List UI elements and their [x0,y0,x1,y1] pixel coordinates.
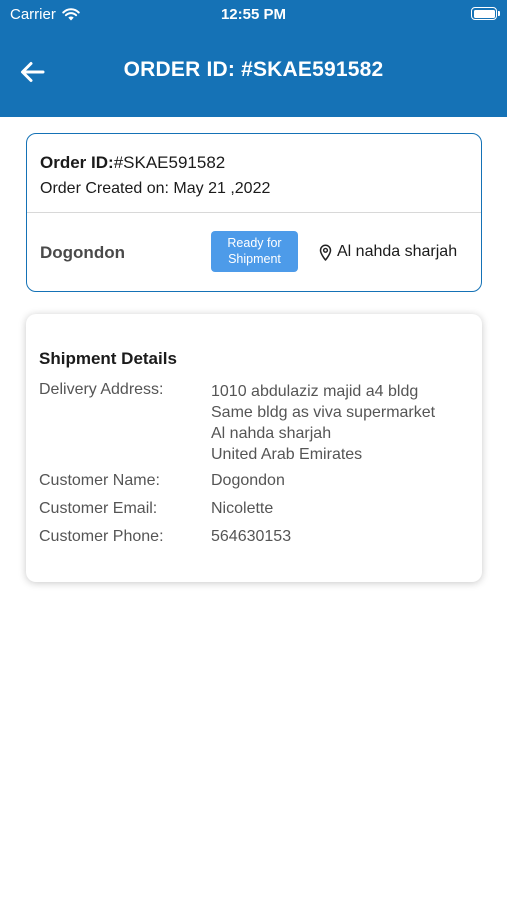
order-created-label: Order Created on: [40,180,169,197]
customer-name-label: Customer Name: [39,472,160,489]
customer-phone-label: Customer Phone: [39,528,164,545]
address-line: Al nahda sharjah [211,425,332,442]
status-badge: Ready for Shipment [211,231,298,272]
shipment-heading: Shipment Details [39,349,177,368]
status-badge-line-2: Shipment [228,252,281,266]
address-line: 1010 abdulaziz majid a4 bldg [211,383,419,400]
address-line: United Arab Emirates [211,446,363,463]
shipment-details-card: Shipment Details Delivery Address: 1010 … [26,314,482,582]
battery-icon [471,7,500,20]
status-bar: Carrier 12:55 PM [0,0,507,30]
order-created-row: Order Created on: May 21 ,2022 [40,180,270,198]
address-line: Same bldg as viva supermarket [211,404,436,421]
status-time: 12:55 PM [220,6,287,23]
card-divider [27,212,481,213]
order-summary-card[interactable]: Order ID:#SKAE591582 Order Created on: M… [26,133,482,292]
customer-name: Dogondon [40,243,125,262]
page-title: ORDER ID: #SKAE591582 [123,58,384,81]
order-id-label: Order ID: [40,153,114,172]
customer-email-label: Customer Email: [39,500,158,517]
status-badge-line-1: Ready for [227,236,282,250]
order-id-row: Order ID:#SKAE591582 [40,153,225,173]
customer-phone-value: 564630153 [211,528,292,545]
location-text: Al nahda sharjah [337,243,458,260]
order-created-value: May 21 ,2022 [173,180,271,197]
delivery-address-value: 1010 abdulaziz majid a4 bldg Same bldg a… [211,381,435,465]
customer-email-value: Nicolette [211,500,274,517]
order-id-value: #SKAE591582 [113,153,226,172]
delivery-address-label: Delivery Address: [39,381,164,398]
app-header: Carrier 12:55 PM ORDER ID: #SKAE591582 [0,0,507,117]
customer-name-value: Dogondon [211,472,285,489]
location-group: Al nahda sharjah [319,243,457,261]
location-pin-icon [319,244,332,261]
